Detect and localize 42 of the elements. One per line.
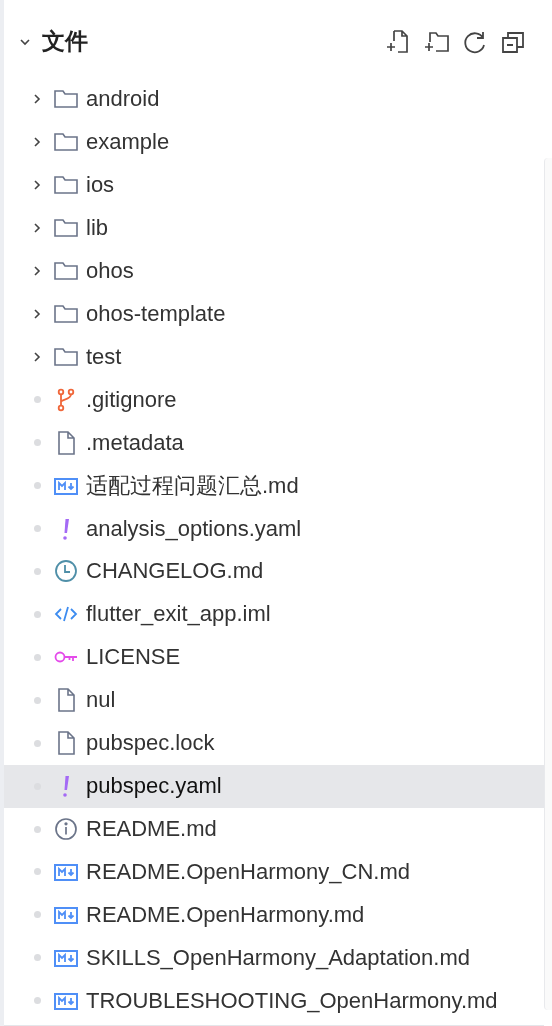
clock-icon [53,558,79,585]
file-tree-item[interactable]: ohos-template [4,292,544,336]
dot-icon [33,653,41,661]
dot-icon [33,997,41,1005]
file-tree-item[interactable]: ohos [4,249,544,293]
file-tree-item[interactable]: TROUBLESHOOTING_OpenHarmony.md [4,979,544,1023]
dot-icon [33,439,41,447]
dot-icon [33,696,41,704]
dot-icon [33,610,41,618]
file-tree-item[interactable]: test [4,335,544,379]
exclamation-icon [63,775,69,798]
file-tree-item[interactable]: README.md [4,807,544,851]
file-tree-item[interactable]: pubspec.lock [4,721,544,765]
file-tree-item[interactable]: 适配过程问题汇总.md [4,464,544,508]
dot-icon [33,482,41,490]
file-tree-item[interactable]: android [4,77,544,121]
info-icon [53,816,79,842]
file-tree-item[interactable]: SKILLS_OpenHarmony_Adaptation.md [4,936,544,980]
file-tree-item[interactable]: lib [4,206,544,250]
dot-icon [33,739,41,747]
file-tree-item[interactable]: LICENSE [4,635,544,679]
file-tree-item[interactable]: nul [4,678,544,722]
file-tree-item[interactable]: .gitignore [4,378,544,422]
dot-icon [33,525,41,533]
file-tree-item[interactable]: .metadata [4,421,544,465]
file-tree-item[interactable]: README.OpenHarmony.md [4,893,544,937]
file-tree-item[interactable]: flutter_exit_app.iml [4,592,544,636]
exclamation-icon [63,517,69,540]
file-tree-item[interactable]: README.OpenHarmony_CN.md [4,850,544,894]
dot-icon [33,911,41,919]
dot-icon [33,825,41,833]
dot-icon [33,954,41,962]
dot-icon [33,568,41,575]
dot-icon [33,396,41,404]
scrollbar[interactable] [544,158,552,1010]
file-tree-item[interactable]: ios [4,163,544,207]
file-tree-item[interactable]: CHANGELOG.md [4,550,544,593]
file-tree-item[interactable]: pubspec.yaml [4,764,544,808]
section-title: 文件 [42,27,89,57]
file-tree-item[interactable]: analysis_options.yaml [4,507,544,551]
file-tree-item[interactable]: example [4,120,544,164]
dot-icon [33,868,41,876]
